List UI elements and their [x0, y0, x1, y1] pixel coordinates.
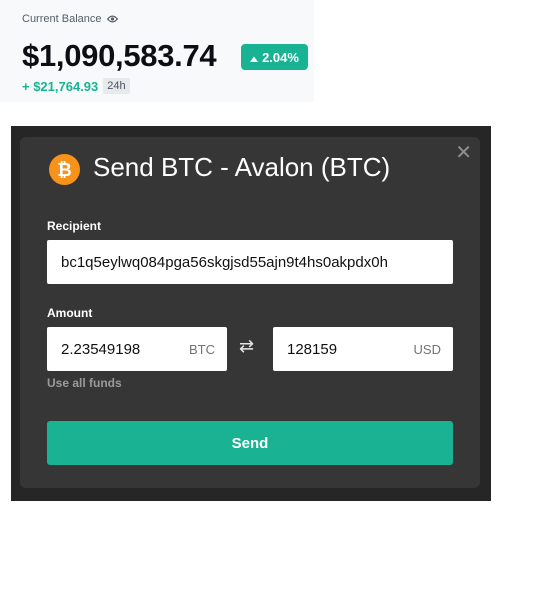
bitcoin-icon: ₿: [49, 154, 80, 185]
btc-amount-input[interactable]: 2.23549198 BTC: [47, 327, 227, 371]
balance-amount: $1,090,583.74: [22, 38, 217, 73]
svg-text:₿: ₿: [57, 160, 72, 181]
eye-icon[interactable]: [106, 15, 118, 23]
btc-amount-value: 2.23549198: [61, 340, 141, 358]
change-row: + $21,764.93 24h: [22, 78, 130, 94]
period-badge: 24h: [103, 78, 130, 94]
percent-change-badge: 2.04%: [241, 44, 308, 70]
caret-up-icon: [250, 50, 259, 65]
modal-overlay: ✕ ₿ Send BTC - Avalon (BTC) Recipient bc…: [11, 126, 491, 501]
swap-arrows-icon[interactable]: ⇄: [239, 336, 254, 357]
balance-label-text: Current Balance: [22, 13, 102, 25]
change-amount: + $21,764.93: [22, 78, 99, 94]
use-all-funds-link[interactable]: Use all funds: [47, 376, 122, 390]
usd-unit-label: USD: [413, 341, 441, 357]
btc-unit-label: BTC: [189, 341, 215, 357]
send-modal: ✕ ₿ Send BTC - Avalon (BTC) Recipient bc…: [20, 137, 480, 488]
percent-change-text: 2.04%: [262, 49, 299, 65]
usd-amount-input[interactable]: 128159 USD: [273, 327, 453, 371]
close-icon[interactable]: ✕: [455, 143, 472, 163]
usd-amount-value: 128159: [287, 340, 338, 358]
recipient-input[interactable]: bc1q5eylwq084pga56skgjsd55ajn9t4hs0akpdx…: [47, 240, 453, 284]
send-button-label: Send: [231, 434, 269, 452]
recipient-label: Recipient: [47, 219, 102, 233]
modal-title: Send BTC - Avalon (BTC): [93, 152, 391, 182]
balance-panel: Current Balance $1,090,583.74 2.04% + $2…: [0, 0, 314, 102]
amount-label: Amount: [47, 306, 93, 320]
balance-label: Current Balance: [22, 13, 118, 25]
recipient-value: bc1q5eylwq084pga56skgjsd55ajn9t4hs0akpdx…: [61, 253, 388, 271]
send-button[interactable]: Send: [47, 421, 453, 465]
